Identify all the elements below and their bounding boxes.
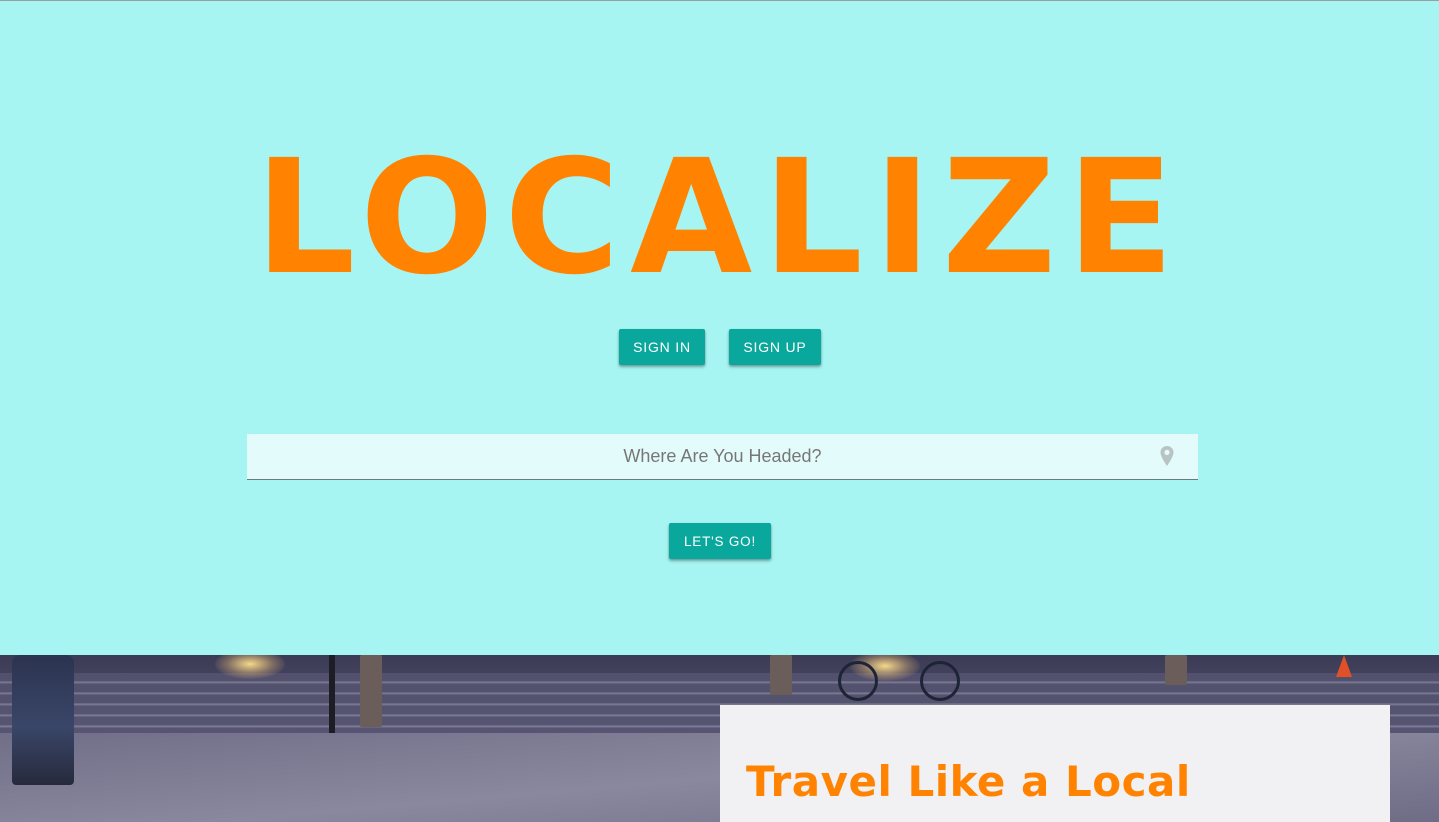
photo-pillar	[1165, 655, 1187, 685]
destination-input[interactable]	[247, 434, 1198, 479]
photo-pole	[329, 655, 335, 733]
sign-up-button[interactable]: SIGN UP	[729, 329, 821, 365]
lets-go-button[interactable]: LET'S GO!	[669, 523, 771, 559]
photo-pillar	[360, 655, 382, 727]
brand-logo: LOCALIZE	[254, 126, 1185, 310]
feature-card-title: Travel Like a Local	[746, 757, 1191, 806]
feature-card: Travel Like a Local	[720, 705, 1390, 822]
landing-page: LOCALIZE SIGN IN SIGN UP LET'S GO! Trave…	[0, 0, 1439, 822]
photo-person	[12, 655, 74, 785]
photo-traffic-cone	[1336, 655, 1352, 677]
sign-in-button[interactable]: SIGN IN	[619, 329, 705, 365]
destination-search-field	[247, 434, 1198, 480]
hero-section: LOCALIZE SIGN IN SIGN UP LET'S GO!	[0, 1, 1439, 655]
photo-bicycle-wheel	[920, 661, 960, 701]
photo-bicycle-wheel	[838, 661, 878, 701]
photo-pillar	[770, 655, 792, 695]
map-pin-icon	[1160, 446, 1174, 466]
